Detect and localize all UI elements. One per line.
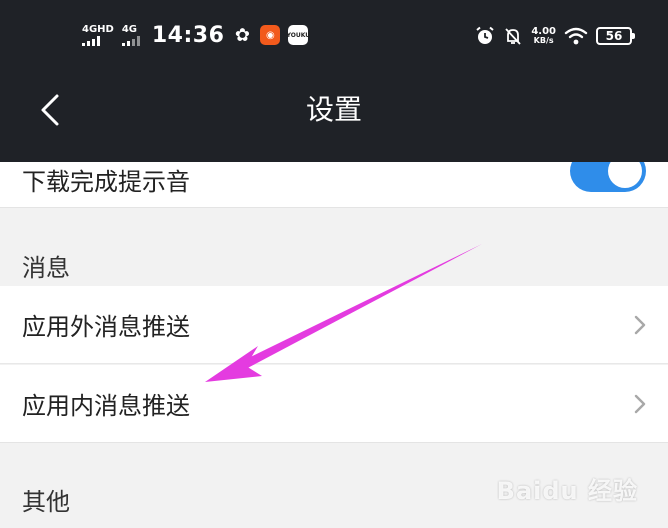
battery-level: 56: [605, 29, 623, 43]
wifi-icon: [564, 27, 588, 45]
external-push-row[interactable]: 应用外消息推送: [0, 286, 668, 364]
chevron-right-icon: [634, 394, 646, 413]
signal-4ghd-icon: 4GHD: [82, 23, 114, 46]
fan-app-icon: ✿: [234, 24, 250, 46]
status-bar-right: 4.00 KB/s 56: [475, 22, 635, 50]
status-time: 14:36: [151, 22, 225, 48]
page-title: 设置: [305, 93, 362, 126]
battery-indicator: 56: [596, 27, 635, 45]
signal-4g-icon: 4G: [121, 23, 140, 46]
download-sound-label: 下载完成提示音: [22, 168, 190, 196]
internal-push-row[interactable]: 应用内消息推送: [0, 365, 668, 443]
alarm-icon: [476, 26, 494, 44]
settings-list: 下载完成提示音 消息 应用外消息推送 应用内消息推送 其他: [0, 130, 668, 528]
net-speed-value: 4.00: [531, 26, 556, 37]
orange-app-icon: ◉: [260, 25, 281, 45]
network-type-label: 4G: [121, 23, 138, 35]
app-header: 4GHD 4G 14:36 ✿ ◉ YOUKU 4.00 KB/s 56 设置: [0, 0, 668, 162]
chevron-right-icon: [634, 315, 646, 334]
external-push-label: 应用外消息推送: [22, 313, 190, 341]
mute-icon: [505, 28, 521, 45]
status-bar: 4GHD 4G 14:36 ✿ ◉ YOUKU 4.00 KB/s 56: [0, 0, 668, 72]
section-header-other: 其他: [22, 488, 70, 516]
net-speed-unit: KB/s: [533, 36, 554, 45]
network-type-label: 4GHD: [82, 23, 114, 35]
youku-app-icon: YOUKU: [287, 25, 310, 45]
nav-bar: 设置: [0, 72, 668, 162]
settings-screen: 下载完成提示音 消息 应用外消息推送 应用内消息推送 其他 4GHD 4G 14…: [0, 0, 668, 528]
internal-push-label: 应用内消息推送: [22, 392, 190, 420]
status-bar-left: 4GHD 4G 14:36 ✿ ◉ YOUKU: [82, 20, 310, 50]
section-header-messages: 消息: [22, 254, 70, 282]
baidu-watermark: Baidu 经验: [496, 477, 638, 505]
net-speed-indicator: 4.00 KB/s: [531, 26, 556, 46]
